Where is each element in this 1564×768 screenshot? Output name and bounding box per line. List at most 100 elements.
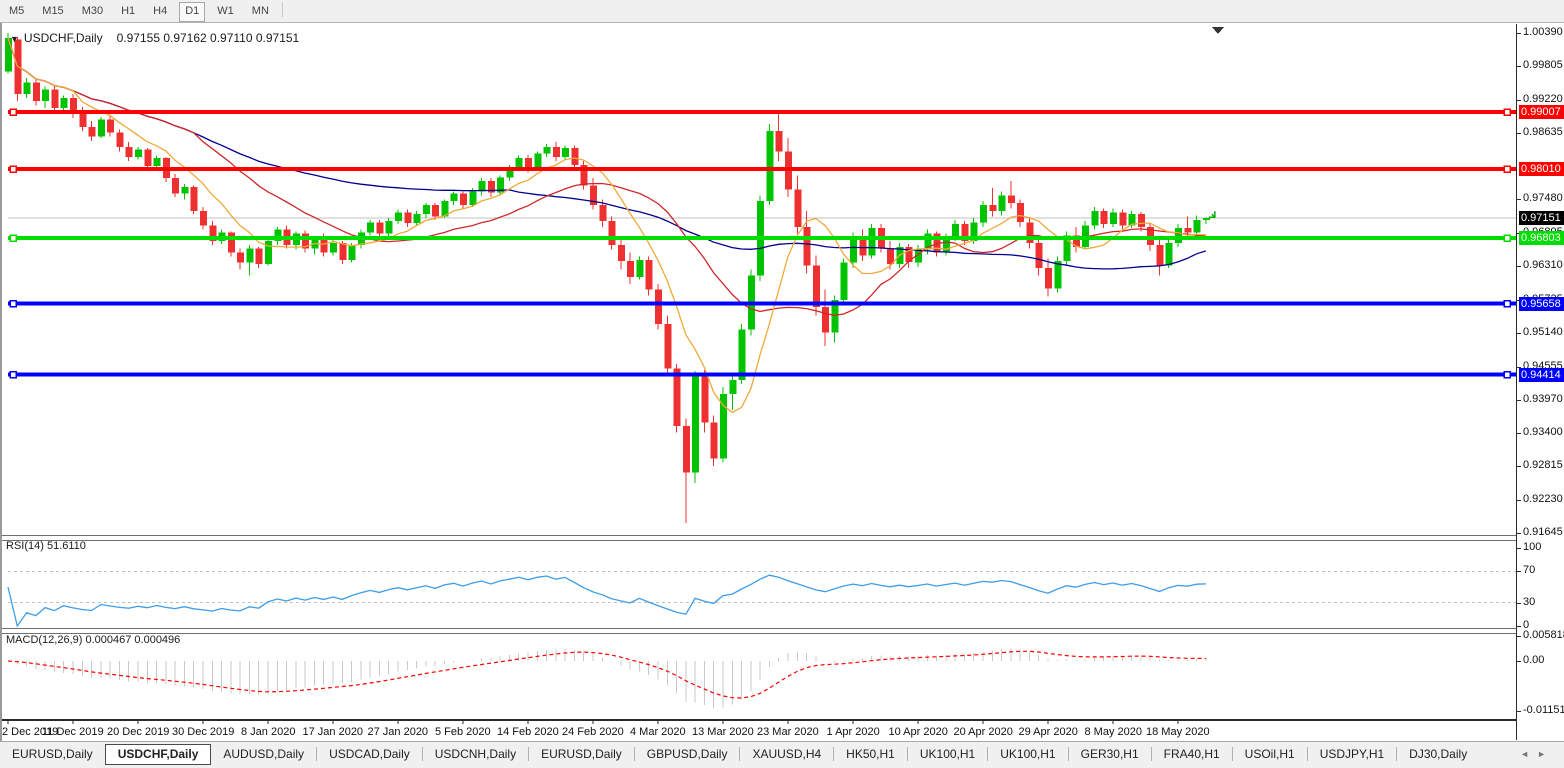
tab-usdcad-daily[interactable]: USDCAD,Daily [317, 744, 422, 764]
tab-usdchf-daily[interactable]: USDCHF,Daily [105, 744, 212, 765]
candle [126, 142, 133, 161]
date-axis-label: 24 Feb 2020 [562, 726, 624, 738]
price-axis-tick: 0.91645 [1523, 526, 1563, 538]
level-handle[interactable] [10, 301, 16, 307]
timeframe-button-h1[interactable]: H1 [115, 2, 141, 20]
price-axis-tick: 0.93970 [1523, 393, 1563, 405]
date-axis-label: 13 Mar 2020 [692, 726, 754, 738]
date-axis-label: 1 Apr 2020 [827, 726, 880, 738]
date-axis-label: 18 May 2020 [1146, 726, 1210, 738]
level-handle[interactable] [10, 166, 16, 172]
level-handle[interactable] [10, 235, 16, 241]
candle [386, 218, 393, 237]
chart-ohlc-values: 0.97155 0.97162 0.97110 0.97151 [117, 31, 300, 45]
candle [1017, 199, 1024, 226]
candle [14, 37, 21, 101]
pane-splitter-macd[interactable] [2, 628, 1564, 634]
tab-ger30-h1[interactable]: GER30,H1 [1069, 744, 1151, 764]
timeframe-button-m5[interactable]: M5 [3, 2, 30, 20]
tab-gbpusd-daily[interactable]: GBPUSD,Daily [635, 744, 740, 764]
candle [181, 184, 188, 200]
candle [1101, 209, 1108, 229]
tab-fra40-h1[interactable]: FRA40,H1 [1152, 744, 1232, 764]
tab-audusd-daily[interactable]: AUDUSD,Daily [211, 744, 316, 764]
candle [228, 231, 235, 256]
candle [664, 315, 671, 375]
axis-tick-mark [1517, 711, 1521, 712]
macd-axis-tick: -0.011514 [1523, 704, 1564, 716]
level-handle[interactable] [1504, 109, 1510, 115]
candle [172, 174, 179, 197]
tab-eurusd-daily[interactable]: EURUSD,Daily [529, 744, 634, 764]
tab-uk100-h1[interactable]: UK100,H1 [908, 744, 987, 764]
level-handle[interactable] [1504, 301, 1510, 307]
axis-tick-mark [1517, 133, 1521, 134]
level-handle[interactable] [1504, 166, 1510, 172]
candle [1175, 224, 1182, 247]
axis-tick-mark [1517, 533, 1521, 534]
level-price-label: 0.96803 [1519, 231, 1564, 245]
tab-dj30-daily[interactable]: DJ30,Daily [1397, 744, 1479, 764]
date-axis-label: 4 Mar 2020 [630, 726, 686, 738]
axis-tick-mark [1517, 333, 1521, 334]
tab-eurusd-daily[interactable]: EURUSD,Daily [0, 744, 105, 764]
tab-usoil-h1[interactable]: USOil,H1 [1233, 744, 1307, 764]
candle [980, 201, 987, 227]
price-axis-tick: 0.99805 [1523, 59, 1563, 71]
timeframe-button-d1[interactable]: D1 [179, 2, 205, 22]
rsi-axis-tick: 70 [1523, 564, 1535, 576]
tab-uk100-h1[interactable]: UK100,H1 [988, 744, 1067, 764]
candle [627, 253, 634, 284]
tab-hk50-h1[interactable]: HK50,H1 [834, 744, 907, 764]
macd-axis-tick: 0.00 [1523, 654, 1544, 666]
tab-usdjpy-h1[interactable]: USDJPY,H1 [1308, 744, 1396, 764]
candle [906, 244, 913, 268]
candle [636, 257, 643, 280]
candle [776, 112, 783, 161]
axis-tick-mark [1517, 626, 1521, 627]
level-handle[interactable] [10, 109, 16, 115]
price-axis-tick: 0.98635 [1523, 126, 1563, 138]
date-axis-label: 20 Apr 2020 [954, 726, 1013, 738]
chart-symbol-label: USDCHF,Daily [24, 31, 103, 45]
candle [822, 290, 829, 346]
symbol-dropdown-icon[interactable]: ▼ [10, 34, 19, 44]
date-axis-label: 29 Apr 2020 [1019, 726, 1078, 738]
candle [200, 207, 207, 230]
candle [24, 78, 31, 98]
candle [302, 230, 309, 252]
candle [451, 191, 458, 205]
rsi-axis-tick: 100 [1523, 541, 1541, 553]
pane-splitter-rsi[interactable] [2, 535, 1564, 541]
level-price-label: 0.99007 [1519, 105, 1564, 119]
candle [246, 245, 253, 275]
candle [135, 147, 142, 160]
candle [618, 238, 625, 269]
tab-xauusd-h4[interactable]: XAUUSD,H4 [740, 744, 833, 764]
timeframe-button-w1[interactable]: W1 [211, 2, 240, 20]
timeframe-button-m30[interactable]: M30 [76, 2, 109, 20]
axis-tick-mark [1517, 199, 1521, 200]
candle [89, 121, 96, 141]
candle [116, 130, 123, 152]
candle [376, 220, 383, 238]
macd-axis-tick: 0.005818 [1523, 629, 1564, 641]
timeframe-button-m15[interactable]: M15 [36, 2, 69, 20]
timeframe-button-mn[interactable]: MN [246, 2, 275, 20]
tab-usdcnh-daily[interactable]: USDCNH,Daily [423, 744, 528, 764]
tab-scroll-arrows[interactable]: ◄► [1520, 744, 1554, 764]
level-handle[interactable] [10, 372, 16, 378]
candle [1036, 238, 1043, 275]
candle [562, 146, 569, 160]
timeframe-button-h4[interactable]: H4 [147, 2, 173, 20]
candle [395, 210, 402, 224]
candle [1091, 207, 1098, 230]
candle [98, 117, 105, 138]
date-axis-label: 10 Apr 2020 [889, 726, 948, 738]
date-axis-label: 27 Jan 2020 [368, 726, 429, 738]
level-handle[interactable] [1504, 235, 1510, 241]
level-handle[interactable] [1504, 372, 1510, 378]
date-axis-label: 8 Jan 2020 [241, 726, 295, 738]
axis-tick-mark [1517, 500, 1521, 501]
candle [729, 373, 736, 410]
